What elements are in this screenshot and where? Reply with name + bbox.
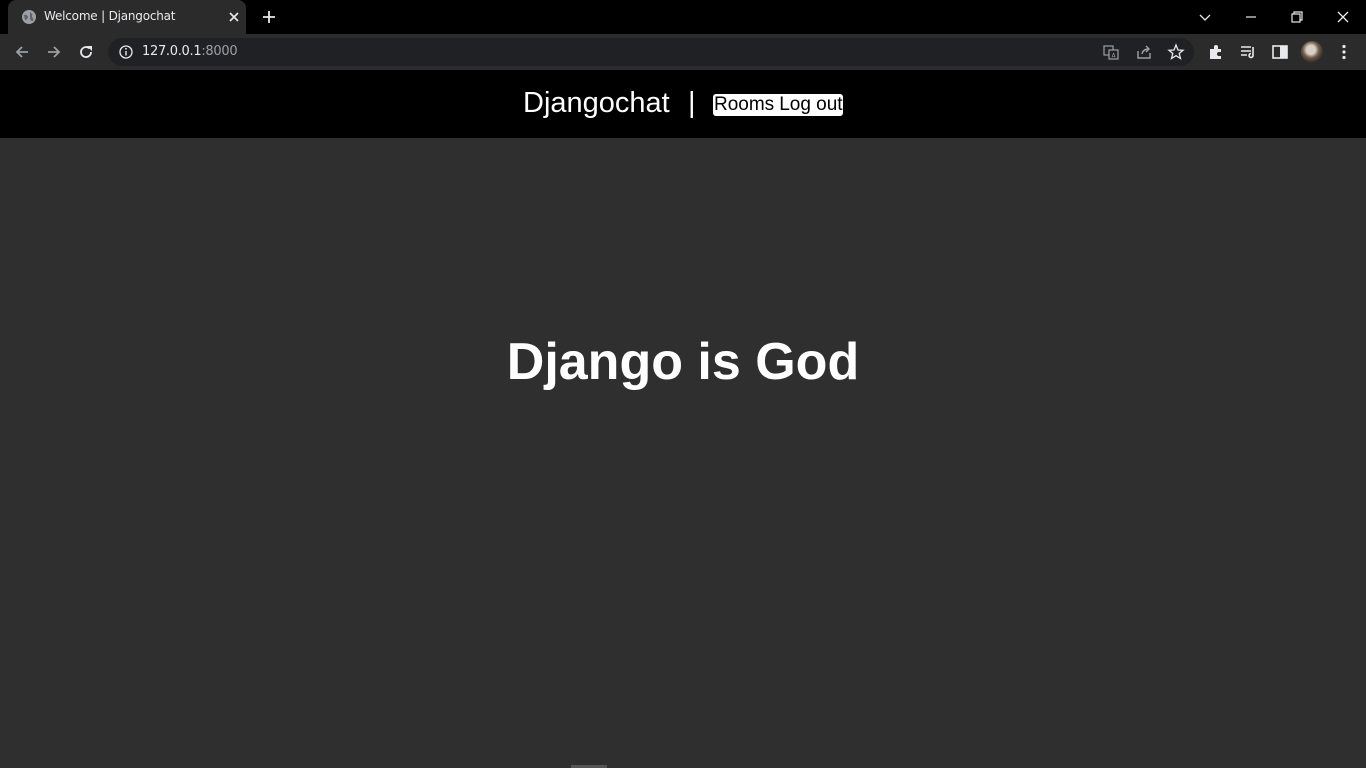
media-queue-icon[interactable] bbox=[1238, 42, 1258, 62]
browser-toolbar: 127.0.0.1:8000 A bbox=[0, 34, 1366, 70]
nav-links: Rooms Log out bbox=[713, 94, 843, 116]
nav-link-rooms[interactable]: Rooms bbox=[714, 94, 774, 116]
puzzle-icon[interactable] bbox=[1206, 42, 1226, 62]
browser-tab[interactable]: Welcome | Djangochat bbox=[8, 0, 246, 34]
avatar[interactable] bbox=[1301, 41, 1323, 63]
side-panel-icon[interactable] bbox=[1270, 42, 1290, 62]
url-host: 127.0.0.1 bbox=[142, 44, 202, 59]
globe-icon bbox=[22, 10, 36, 24]
minimize-icon[interactable] bbox=[1240, 6, 1262, 28]
site-brand[interactable]: Djangochat bbox=[523, 87, 670, 120]
share-icon[interactable] bbox=[1135, 43, 1153, 61]
info-icon[interactable] bbox=[118, 44, 134, 60]
arrow-right-icon[interactable] bbox=[44, 42, 64, 62]
url-text[interactable]: 127.0.0.1:8000 bbox=[142, 44, 238, 59]
close-icon[interactable] bbox=[226, 9, 242, 25]
nav-link-logout[interactable]: Log out bbox=[779, 94, 842, 116]
tab-title: Welcome | Djangochat bbox=[44, 9, 176, 23]
hero-title: Django is God bbox=[506, 333, 860, 391]
star-icon[interactable] bbox=[1167, 43, 1185, 61]
url-port: :8000 bbox=[201, 44, 238, 59]
chevron-down-icon[interactable] bbox=[1194, 6, 1216, 28]
site-navbar bbox=[0, 70, 1366, 138]
window-close-icon[interactable] bbox=[1332, 6, 1354, 28]
kebab-menu-icon[interactable] bbox=[1334, 42, 1354, 62]
tab-strip: Welcome | Djangochat bbox=[0, 0, 1366, 34]
arrow-left-icon[interactable] bbox=[12, 42, 32, 62]
nav-separator: | bbox=[688, 87, 696, 119]
address-bar[interactable]: 127.0.0.1:8000 A bbox=[108, 38, 1194, 66]
reload-icon[interactable] bbox=[76, 42, 96, 62]
plus-icon[interactable] bbox=[260, 8, 278, 26]
restore-icon[interactable] bbox=[1286, 6, 1308, 28]
translate-icon[interactable]: A bbox=[1102, 43, 1120, 61]
